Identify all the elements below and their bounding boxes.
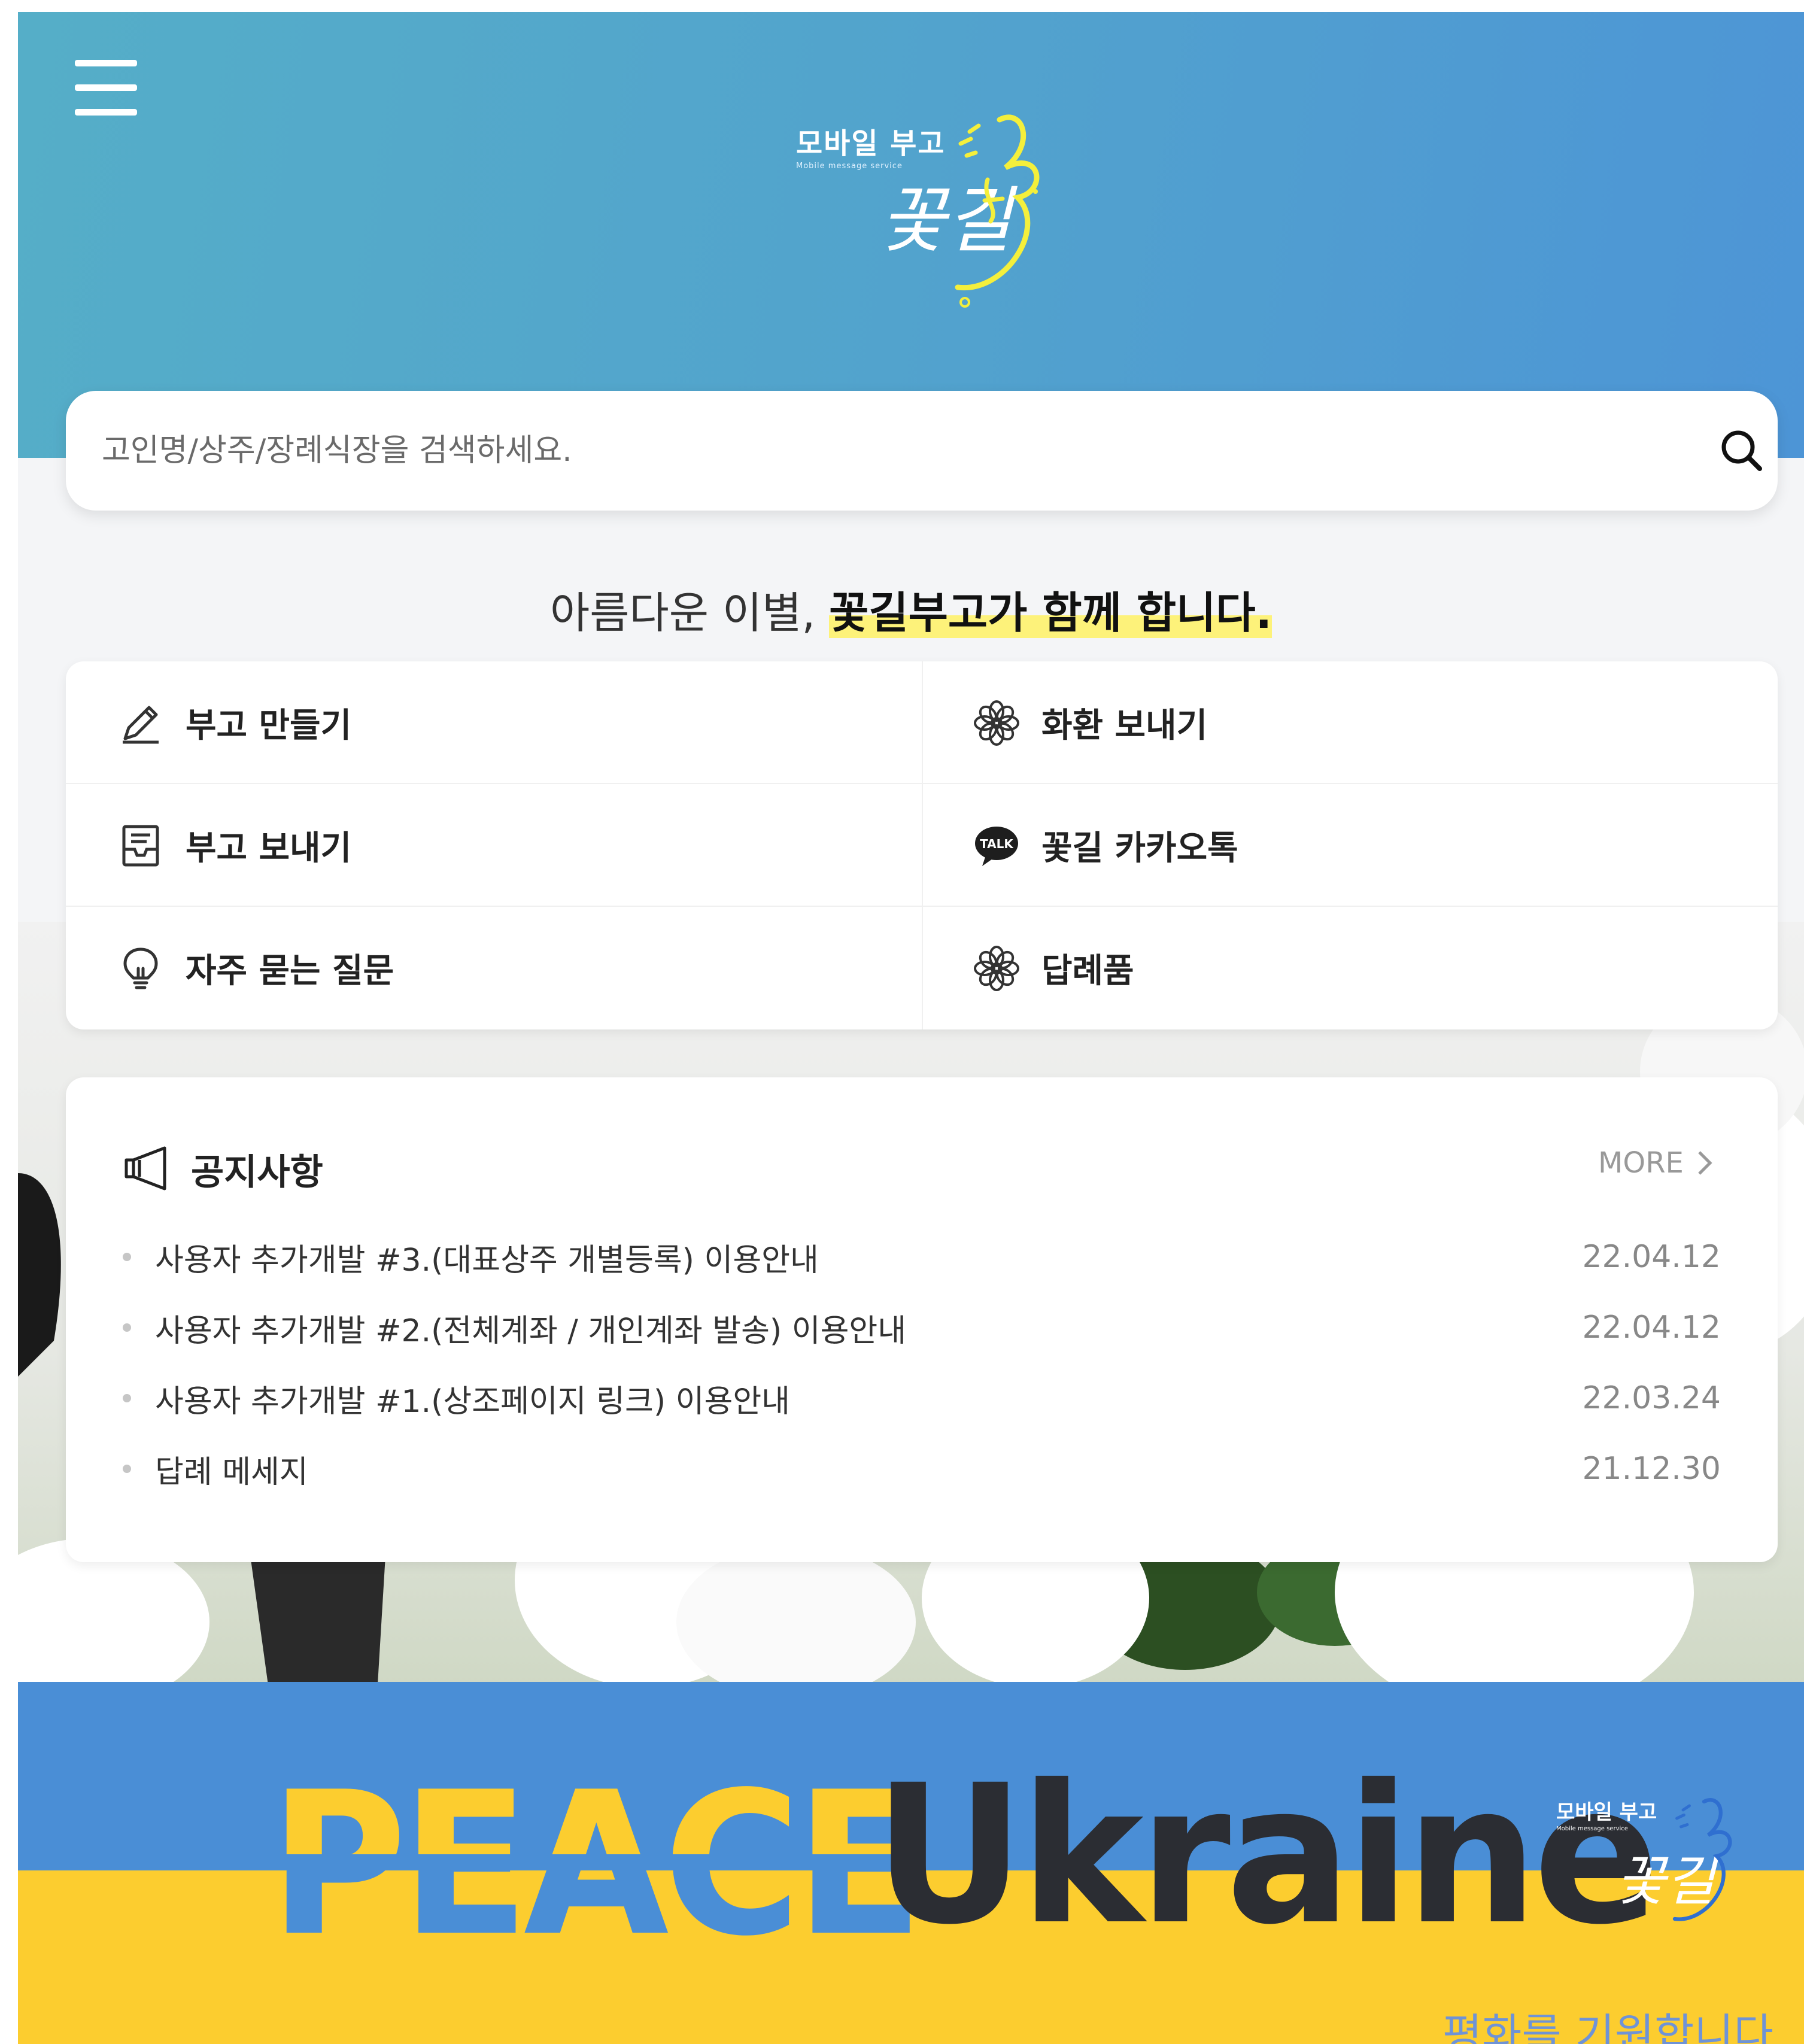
quick-menu-send-obituary[interactable]: 부고 보내기	[66, 784, 922, 907]
svg-text:TALK: TALK	[980, 837, 1014, 851]
quick-menu-label: 꽃길 카카오톡	[1041, 829, 1238, 868]
notice-row[interactable]: 사용자 추가개발 #1.(상조페이지 링크) 이용안내 22.03.24	[123, 1368, 1721, 1428]
peace-ukraine-banner[interactable]: PEACE PEACE Ukraine 모바일 부고 Mobile messag…	[18, 1682, 1804, 2044]
megaphone-icon	[123, 1144, 173, 1195]
notice-row-date: 22.04.12	[1582, 1310, 1721, 1346]
notice-panel: 공지사항 MORE 사용자 추가개발 #3.(대표상주 개별등록) 이용안내 2…	[66, 1077, 1778, 1562]
quick-menu-label: 부고 만들기	[186, 706, 352, 745]
notice-row-date: 22.04.12	[1582, 1239, 1721, 1275]
notice-row[interactable]: 사용자 추가개발 #3.(대표상주 개별등록) 이용안내 22.04.12	[123, 1227, 1721, 1287]
search-bar	[66, 391, 1778, 511]
quick-menu-kakaotalk[interactable]: TALK 꽃길 카카오톡	[922, 784, 1778, 907]
bullet-icon	[123, 1323, 131, 1332]
logo-subtitle: Mobile message service	[796, 162, 903, 171]
notice-row-date: 22.03.24	[1582, 1380, 1721, 1416]
kakaotalk-icon: TALK	[970, 819, 1024, 873]
chevron-right-icon	[1698, 1151, 1712, 1175]
notice-title: 공지사항	[191, 1152, 323, 1193]
notice-header: 공지사항	[123, 1143, 323, 1195]
notice-row-title: 답례 메세지	[155, 1454, 308, 1490]
slogan: 아름다운 이별, 꽃길부고가 함께 합니다.	[18, 578, 1804, 640]
slogan-normal: 아름다운 이별,	[550, 588, 830, 638]
quick-menu-create-obituary[interactable]: 부고 만들기	[66, 661, 922, 784]
slogan-highlight: 꽃길부고가 함께 합니다.	[829, 588, 1272, 638]
notice-row-title: 사용자 추가개발 #1.(상조페이지 링크) 이용안내	[155, 1383, 790, 1420]
search-input[interactable]	[102, 424, 1598, 478]
pencil-icon	[114, 696, 168, 750]
banner-logo: 모바일 부고 Mobile message service 꽃길	[1556, 1784, 1748, 1951]
banner-logo-title: 모바일 부고	[1556, 1800, 1657, 1824]
notice-row-title: 사용자 추가개발 #2.(전체계좌 / 개인계좌 발송) 이용안내	[155, 1313, 907, 1349]
notice-row-date: 21.12.30	[1582, 1451, 1721, 1487]
logo-title: 모바일 부고	[796, 127, 946, 160]
quick-menu-label: 화환 보내기	[1041, 706, 1208, 745]
quick-menu-return-gift[interactable]: 답례품	[922, 907, 1778, 1029]
quick-menu-label: 부고 보내기	[186, 829, 352, 868]
notice-row[interactable]: 사용자 추가개발 #2.(전체계좌 / 개인계좌 발송) 이용안내 22.04.…	[123, 1298, 1721, 1357]
flower-icon	[970, 696, 1024, 750]
bullet-icon	[123, 1253, 131, 1261]
site-logo[interactable]: 모바일 부고 Mobile message service 꽃길	[796, 96, 1053, 335]
letter-tray-icon	[114, 819, 168, 873]
quick-menu-label: 답례품	[1041, 952, 1134, 991]
flower-icon	[970, 941, 1024, 995]
quick-menu-send-wreath[interactable]: 화환 보내기	[922, 661, 1778, 784]
page: 모바일 부고 Mobile message service 꽃길 아름다운 이별…	[18, 12, 1804, 2044]
quick-menu-label: 자주 묻는 질문	[186, 952, 394, 991]
flower-path-logo-icon	[955, 114, 1040, 308]
notice-row-title: 사용자 추가개발 #3.(대표상주 개별등록) 이용안내	[155, 1242, 819, 1278]
more-link[interactable]: MORE	[1598, 1146, 1714, 1180]
search-icon[interactable]	[1718, 427, 1766, 475]
bullet-icon	[123, 1394, 131, 1402]
banner-message: 평화를 기원합니다.	[1442, 2009, 1787, 2044]
quick-menu: 부고 만들기 화환 보내기 부고 보내기 TALK 꽃길 카카오톡 자주 묻는 …	[66, 661, 1778, 1029]
quick-menu-faq[interactable]: 자주 묻는 질문	[66, 907, 922, 1029]
banner-logo-subtitle: Mobile message service	[1556, 1826, 1628, 1832]
lightbulb-icon	[114, 941, 168, 995]
more-label: MORE	[1598, 1146, 1684, 1180]
hamburger-menu-icon[interactable]	[75, 60, 141, 120]
flower-path-logo-icon	[1672, 1798, 1732, 1921]
banner-word-ukraine: Ukraine	[874, 1744, 1659, 1967]
banner-word-peace: PEACE PEACE	[269, 1750, 918, 1979]
bullet-icon	[123, 1465, 131, 1473]
notice-row[interactable]: 답례 메세지 21.12.30	[123, 1439, 1721, 1499]
